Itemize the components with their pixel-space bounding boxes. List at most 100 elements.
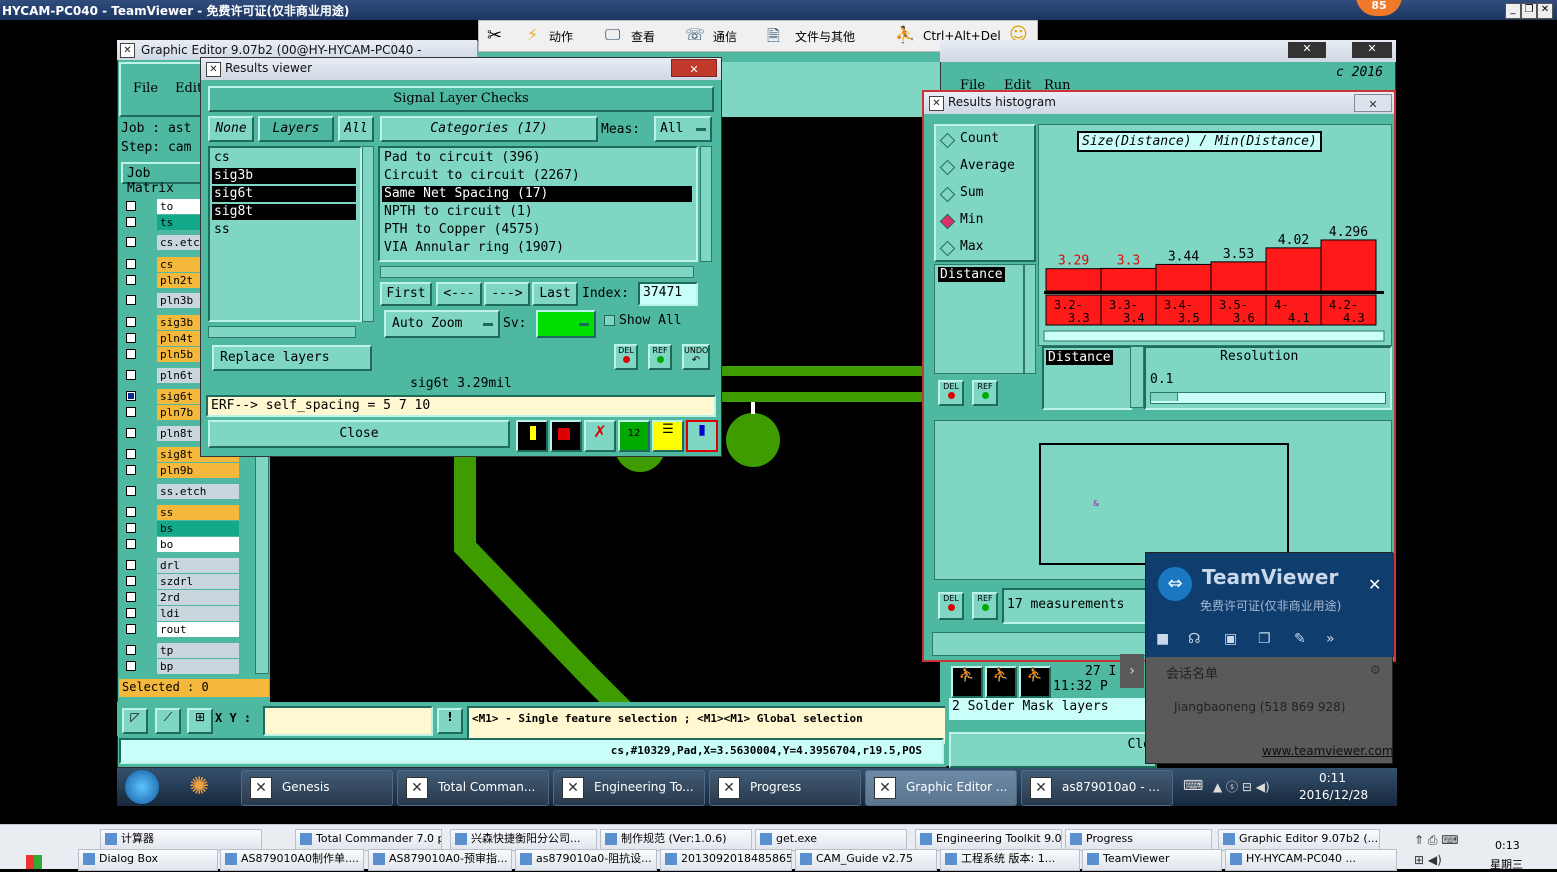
rv-layer-item[interactable]: sig8t — [212, 204, 356, 220]
tv-panel-toggle[interactable]: › — [1120, 654, 1144, 688]
local-start-icon[interactable] — [26, 855, 42, 869]
close-button[interactable]: ✕ — [1537, 3, 1553, 19]
hist-bar[interactable] — [1045, 268, 1102, 292]
bg-close-button[interactable]: Clo — [949, 732, 1157, 768]
layer-checkbox[interactable] — [126, 449, 136, 459]
radio-diamond-icon[interactable] — [939, 132, 956, 149]
layer-checkbox[interactable] — [126, 370, 136, 380]
layer-checkbox[interactable] — [126, 259, 136, 269]
layer-row-tp[interactable]: tp — [119, 643, 255, 658]
rv-ref-button[interactable]: REF — [648, 344, 672, 370]
layer-checkbox[interactable] — [126, 317, 136, 327]
layer-checkbox[interactable] — [126, 661, 136, 671]
remote-task-button[interactable]: ✕ Engineering To... — [553, 770, 705, 806]
rv-layer-item[interactable]: sig3b — [212, 168, 356, 184]
replace-layers-button[interactable]: Replace layers — [212, 345, 372, 371]
layer-checkbox[interactable] — [126, 486, 136, 496]
hist-option-count[interactable]: Count — [939, 130, 1032, 150]
export-icon[interactable] — [550, 420, 582, 452]
category-item[interactable]: Circuit to circuit (2267) — [382, 168, 692, 184]
layer-row-rout[interactable]: rout — [119, 622, 255, 637]
layer-row-bp[interactable]: bp — [119, 659, 255, 674]
distance-item[interactable]: Distance — [938, 267, 1005, 282]
layers-button[interactable]: Layers — [258, 116, 334, 142]
tv-close-icon[interactable]: ✂ — [487, 25, 502, 46]
remote-task-button[interactable]: ✕ Total Comman... — [397, 770, 549, 806]
layer-checkbox[interactable] — [126, 592, 136, 602]
distance-scroll[interactable] — [1024, 264, 1036, 374]
local-task-button[interactable]: Dialog Box — [78, 849, 218, 871]
rv-layer-vscroll[interactable] — [362, 146, 374, 322]
layer-checkbox[interactable] — [126, 645, 136, 655]
hist-bar[interactable] — [1265, 247, 1322, 292]
rv-del-button[interactable]: DEL — [614, 344, 638, 370]
resolution-slider[interactable] — [1150, 392, 1386, 404]
layer-checkbox[interactable] — [126, 201, 136, 211]
category-item[interactable]: VIA Annular ring (1907) — [382, 240, 692, 256]
hist-option-average[interactable]: Average — [939, 157, 1032, 177]
hist-bar[interactable] — [1320, 239, 1377, 292]
histogram-icon[interactable]: ▮ — [686, 420, 718, 452]
start-orb-icon[interactable] — [125, 770, 159, 804]
category-item[interactable]: NPTH to circuit (1) — [382, 204, 692, 220]
distance-field[interactable]: Distance — [1046, 350, 1113, 365]
hist-bar[interactable] — [1210, 261, 1267, 292]
info-icon[interactable]: ! — [437, 708, 463, 734]
restore-button[interactable]: ❐ — [1521, 3, 1537, 19]
layer-row-drl[interactable]: drl — [119, 558, 255, 573]
histogram-close-button[interactable]: ✕ — [1354, 94, 1392, 112]
local-task-button[interactable]: 20130920184858655... — [660, 849, 792, 871]
local-task-button[interactable]: 计算器 — [100, 829, 262, 851]
layer-row-ldi[interactable]: ldi — [119, 606, 255, 621]
hist-bar[interactable] — [1100, 267, 1157, 292]
local-tray-icons[interactable]: ⇑ ⎙ ⌨ — [1414, 833, 1459, 848]
layer-row-pln9b[interactable]: pln9b — [119, 463, 255, 478]
chart-up-icon[interactable] — [516, 420, 548, 452]
category-hscroll[interactable] — [380, 266, 694, 278]
radio-diamond-icon[interactable] — [939, 159, 956, 176]
tool-icon-1[interactable]: ◸ — [122, 708, 148, 734]
local-task-button[interactable]: 工程系统 版本: 1... — [940, 849, 1080, 871]
meas-select[interactable]: All — [654, 116, 712, 142]
preview-ref-button[interactable]: REF — [972, 592, 998, 620]
hist-ref-button[interactable]: REF — [972, 380, 998, 406]
category-vscroll[interactable] — [700, 146, 712, 262]
remote-task-button[interactable]: ✕ Progress — [709, 770, 861, 806]
preview-del-button[interactable]: DEL — [938, 592, 964, 620]
number-icon[interactable]: 12 — [618, 420, 650, 452]
menu-comm[interactable]: 通信 — [713, 28, 737, 45]
bg-editor-close-1[interactable]: ✕ — [1288, 42, 1326, 58]
hist-option-min[interactable]: Min — [939, 211, 1032, 231]
layer-checkbox[interactable] — [126, 237, 136, 247]
layer-row-ss[interactable]: ss — [119, 505, 255, 520]
layer-checkbox[interactable] — [126, 428, 136, 438]
radio-diamond-icon[interactable] — [939, 240, 956, 257]
tools-icon[interactable]: ✎ — [1294, 631, 1306, 647]
run-tool-icon-2[interactable]: ⛹ — [985, 666, 1017, 698]
local-task-button[interactable]: Graphic Editor 9.07b2 (... — [1218, 829, 1380, 851]
menu-actions[interactable]: 动作 — [549, 28, 573, 45]
rv-layer-item[interactable]: ss — [212, 222, 356, 238]
hist-option-max[interactable]: Max — [939, 238, 1032, 258]
rv-undo-button[interactable]: UNDO ↶ — [682, 344, 710, 370]
remote-tray-icons[interactable]: ▲ ⓢ ⊟ ◀) — [1213, 778, 1270, 795]
category-item[interactable]: PTH to Copper (4575) — [382, 222, 692, 238]
local-task-button[interactable]: AS879010A0制作单.... — [220, 849, 364, 871]
local-task-button[interactable]: 制作规范 (Ver:1.0.6) — [600, 829, 752, 851]
local-task-button[interactable]: AS879010A0-预审指... — [368, 849, 512, 871]
layer-checkbox[interactable] — [126, 295, 136, 305]
run-tool-icon-3[interactable]: ⛹ — [1019, 666, 1051, 698]
tv-panel-close-icon[interactable]: ✕ — [1368, 575, 1381, 594]
more-icon[interactable]: » — [1326, 631, 1335, 647]
layer-checkbox[interactable] — [126, 217, 136, 227]
headset-icon[interactable]: ☊ — [1188, 631, 1200, 647]
hist-option-sum[interactable]: Sum — [939, 184, 1032, 204]
tool-icon-2[interactable]: ⟋ — [155, 708, 181, 734]
hist-del-button[interactable]: DEL — [938, 380, 964, 406]
video-icon[interactable]: ■ — [1156, 631, 1169, 647]
next-button[interactable]: ---> — [484, 282, 530, 306]
job-matrix-button[interactable]: Job Matrix — [121, 162, 205, 196]
rv-close-big-button[interactable]: Close — [208, 420, 510, 448]
remote-task-button[interactable]: ✕ Graphic Editor ... — [865, 770, 1017, 806]
bg-editor-close-2[interactable]: ✕ — [1352, 42, 1392, 58]
